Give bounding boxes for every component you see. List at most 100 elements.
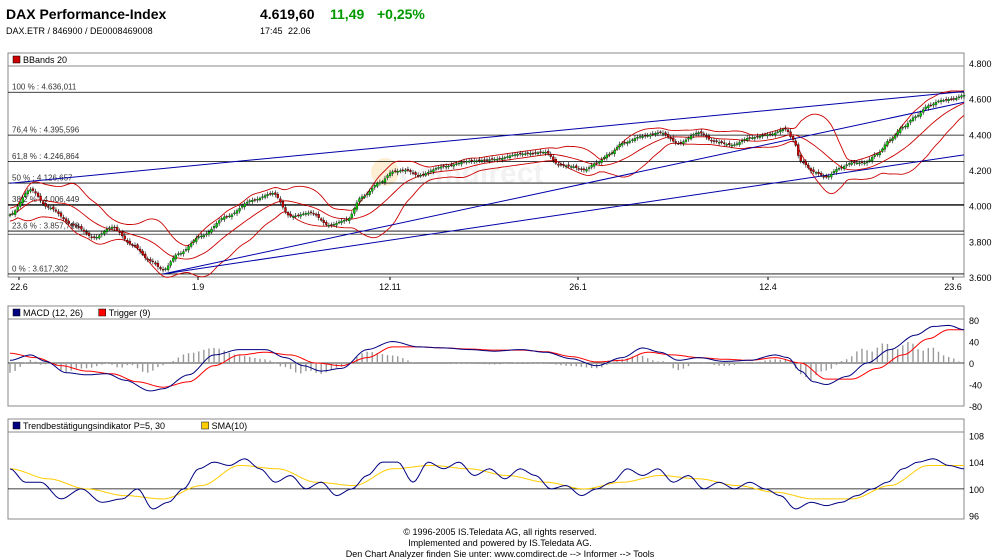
candle-body — [325, 221, 328, 225]
candle-body — [246, 201, 249, 204]
candle-body — [314, 213, 318, 216]
candle-body — [590, 165, 593, 168]
candle-body — [136, 244, 139, 249]
candle-body — [664, 132, 667, 135]
candle-body — [271, 193, 274, 195]
candle-body — [587, 167, 591, 169]
candle-body — [261, 196, 264, 198]
candle-body — [519, 152, 522, 155]
candle-body — [409, 170, 412, 173]
candle-body — [666, 134, 670, 137]
candle-body — [401, 169, 404, 172]
candle-body — [822, 176, 825, 178]
candle-body — [646, 135, 649, 137]
candle-body — [289, 213, 292, 217]
candle-body — [858, 162, 861, 165]
candle-body — [886, 141, 889, 146]
candle-body — [559, 164, 563, 166]
candle-body — [814, 172, 818, 174]
candle-body — [570, 166, 573, 168]
candle-body — [899, 128, 902, 133]
candle-body — [832, 171, 836, 174]
candle-body — [679, 142, 683, 144]
candle-body — [399, 170, 402, 172]
candle-body — [378, 182, 382, 184]
candle-body — [445, 166, 448, 168]
candle-body — [677, 143, 680, 145]
candle-body — [457, 162, 461, 165]
candle-body — [771, 133, 774, 136]
candle-body — [697, 132, 700, 135]
candle-body — [189, 243, 193, 247]
candle-body — [291, 216, 295, 218]
candle-body — [317, 214, 320, 218]
candle-body — [19, 201, 22, 207]
candle-body — [49, 207, 52, 210]
candle-body — [429, 170, 433, 173]
candle-body — [75, 225, 78, 227]
candle-body — [723, 142, 726, 144]
candle-body — [450, 164, 453, 167]
candle-body — [725, 144, 728, 146]
candle-body — [233, 212, 236, 215]
candle-body — [865, 161, 869, 164]
candle-body — [174, 254, 177, 260]
candle-body — [146, 258, 149, 261]
candle-body — [891, 138, 894, 141]
candle-body — [138, 248, 142, 252]
macd-legend-label: Trigger (9) — [109, 308, 151, 318]
candle-body — [605, 154, 609, 159]
trend-legend-label: SMA(10) — [212, 421, 248, 431]
price-y-tick: 3.600 — [969, 273, 992, 283]
candle-body — [513, 154, 517, 156]
candle-body — [294, 215, 297, 217]
candle-body — [29, 189, 32, 192]
candle-body — [110, 226, 114, 229]
candle-body — [638, 136, 642, 138]
candle-body — [692, 134, 695, 136]
candle-body — [809, 168, 813, 171]
candle-body — [348, 218, 351, 222]
candle-body — [327, 225, 331, 227]
candle-body — [567, 164, 570, 167]
candle-body — [929, 104, 932, 107]
candle-body — [416, 175, 420, 177]
candle-body — [195, 238, 198, 242]
candle-body — [312, 213, 315, 215]
price-legend-swatch — [12, 55, 21, 64]
candle-body — [256, 199, 259, 201]
candle-body — [927, 105, 930, 109]
chart-area: BBands 20comdirect100 % : 4.636,01176,4 … — [7, 52, 992, 522]
candle-body — [598, 161, 601, 164]
candle-body — [172, 257, 175, 262]
candle-body — [621, 143, 624, 146]
candle-body — [774, 132, 777, 136]
candle-body — [156, 262, 160, 267]
candle-body — [309, 211, 313, 214]
fib-level-label: 76,4 % : 4.395,596 — [12, 126, 80, 135]
candle-body — [154, 262, 157, 265]
candle-body — [128, 240, 132, 245]
candle-body — [817, 171, 820, 174]
trend-legend-swatch — [201, 421, 209, 430]
candle-body — [733, 144, 736, 146]
candle-body — [649, 134, 652, 137]
candle-body — [187, 246, 190, 251]
candle-body — [631, 139, 634, 141]
candle-body — [751, 137, 754, 139]
candle-body — [77, 226, 81, 228]
candle-body — [776, 131, 779, 133]
candle-body — [483, 159, 486, 161]
candle-body — [100, 233, 103, 235]
candle-body — [942, 100, 945, 102]
candle-body — [789, 131, 792, 138]
candle-body — [924, 106, 927, 110]
candle-body — [394, 170, 397, 172]
candle-body — [506, 156, 509, 158]
candle-body — [585, 169, 588, 172]
candle-body — [746, 138, 749, 141]
candle-body — [274, 192, 277, 195]
candle-body — [31, 188, 35, 191]
x-axis-tick: 12.4 — [759, 282, 777, 292]
candle-body — [781, 129, 785, 132]
